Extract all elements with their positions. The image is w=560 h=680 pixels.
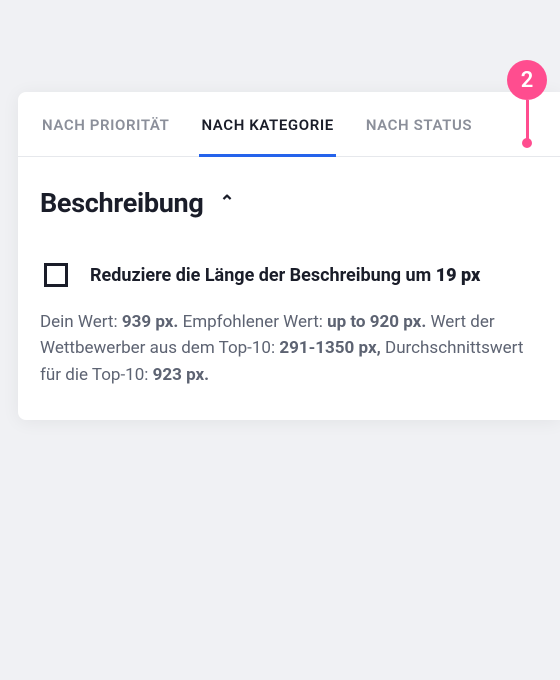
detail-recommended-label: Empfohlener Wert:: [183, 312, 328, 332]
detail-your-value: 939 px.: [122, 312, 183, 332]
detail-average-value: 923 px.: [153, 365, 210, 385]
task-row: Reduziere die Länge der Beschreibung um …: [18, 229, 560, 291]
tab-priority[interactable]: NACH PRIORITÄT: [40, 92, 171, 156]
tab-category[interactable]: NACH KATEGORIE: [199, 92, 335, 156]
tab-bar: NACH PRIORITÄT NACH KATEGORIE NACH STATU…: [18, 92, 560, 157]
task-details: Dein Wert: 939 px. Empfohlener Wert: up …: [18, 291, 560, 420]
annotation-dot: [522, 138, 532, 148]
detail-competitor-value: 291-1350 px,: [279, 338, 385, 358]
annotation-marker: 2: [507, 60, 547, 148]
task-text-value: 19 px: [436, 265, 481, 286]
chevron-up-icon: ⌃: [220, 192, 235, 213]
section-title: Beschreibung: [40, 187, 204, 219]
recommendations-panel: NACH PRIORITÄT NACH KATEGORIE NACH STATU…: [18, 92, 560, 420]
annotation-badge: 2: [507, 60, 547, 100]
task-checkbox[interactable]: [44, 263, 68, 287]
detail-your-value-label: Dein Wert:: [40, 312, 122, 332]
detail-recommended-value: up to 920 px.: [327, 312, 430, 332]
annotation-number: 2: [521, 68, 534, 93]
section-toggle-beschreibung[interactable]: Beschreibung ⌃: [18, 157, 560, 229]
tab-status[interactable]: NACH STATUS: [364, 92, 474, 156]
task-text: Reduziere die Länge der Beschreibung um …: [90, 265, 480, 286]
task-text-prefix: Reduziere die Länge der Beschreibung um: [90, 265, 436, 286]
annotation-line: [526, 100, 529, 140]
